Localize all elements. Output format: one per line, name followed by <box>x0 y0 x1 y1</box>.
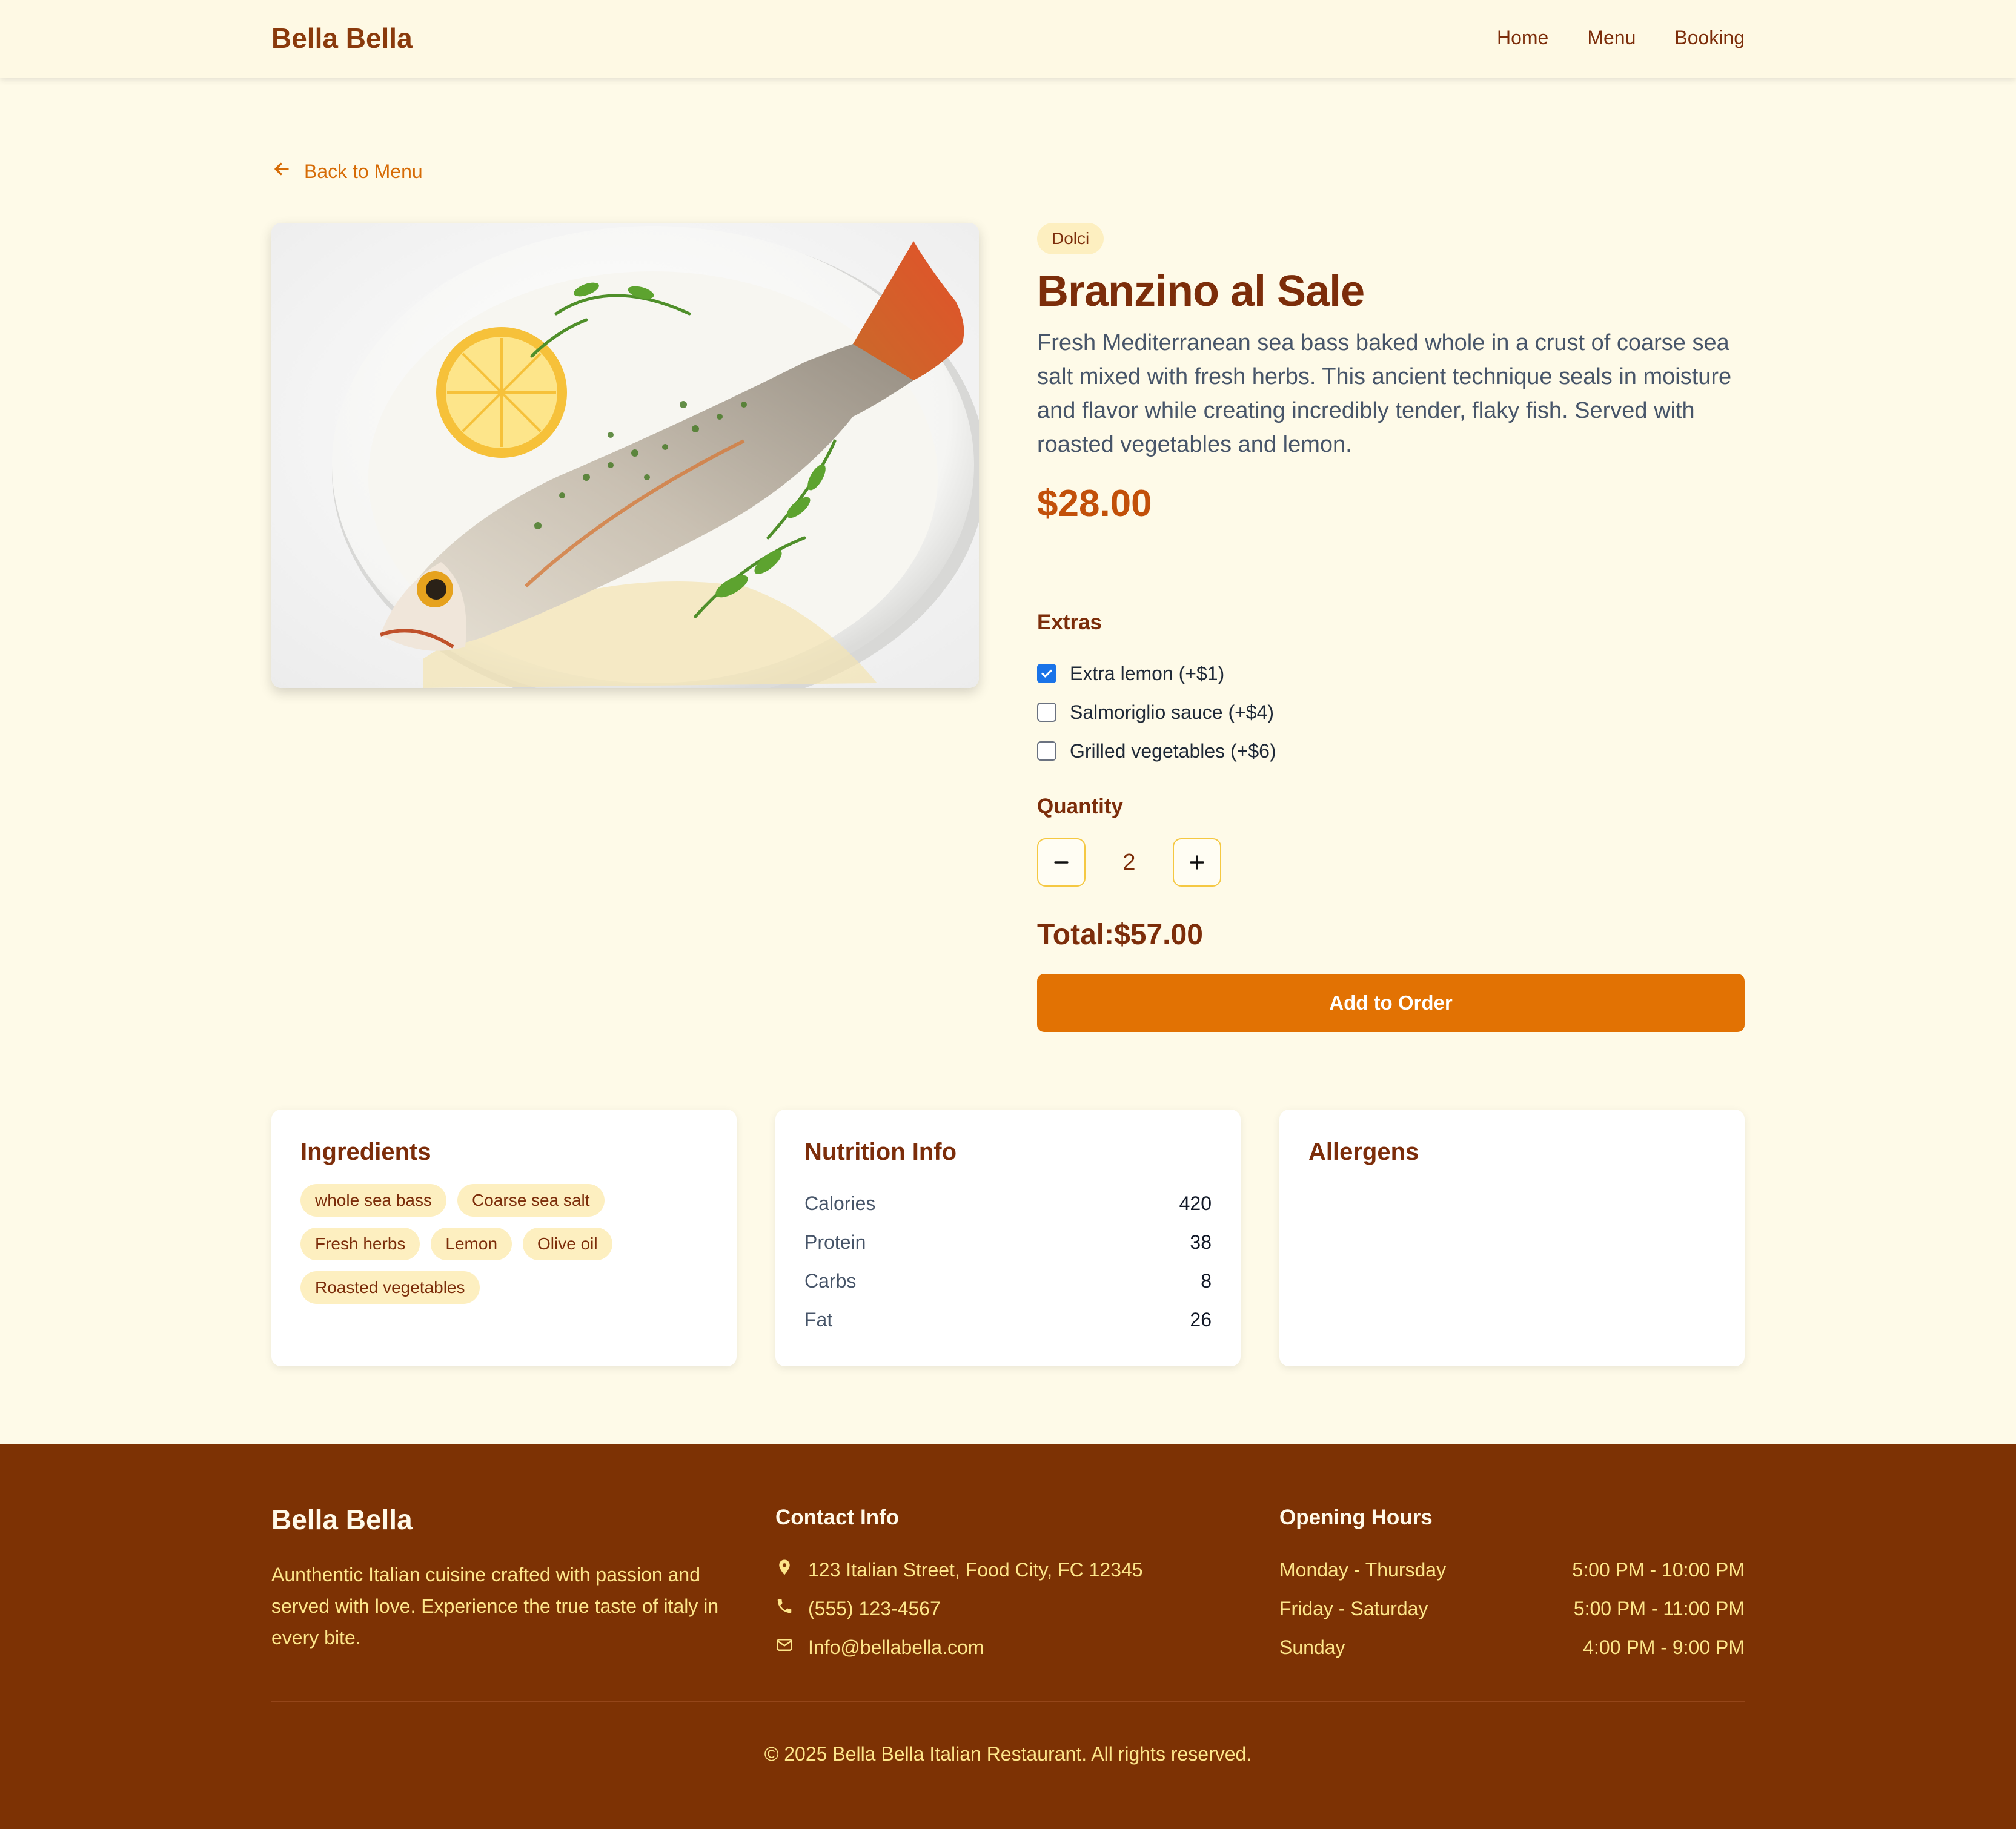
dish-title: Branzino al Sale <box>1037 267 1365 316</box>
back-link-label: Back to Menu <box>304 160 423 182</box>
quantity-stepper: 2 <box>1037 838 1221 887</box>
hours-row: Friday - Saturday 5:00 PM - 11:00 PM <box>1279 1589 1745 1628</box>
nutrition-name: Fat <box>804 1308 833 1331</box>
hours-day: Monday - Thursday <box>1279 1558 1447 1581</box>
footer-divider <box>271 1701 1745 1702</box>
nutrition-value: 26 <box>1190 1308 1212 1331</box>
brand-logo[interactable]: Bella Bella <box>271 22 413 55</box>
contact-list: 123 Italian Street, Food City, FC 12345 … <box>775 1550 1143 1667</box>
increase-quantity-button[interactable] <box>1173 838 1221 887</box>
decrease-quantity-button[interactable] <box>1037 838 1086 887</box>
nutrition-name: Calories <box>804 1192 876 1214</box>
hours-time: 5:00 PM - 10:00 PM <box>1572 1558 1745 1581</box>
nutrition-row: Fat 26 <box>804 1300 1212 1339</box>
checkbox-icon[interactable] <box>1037 703 1056 722</box>
nutrition-row: Calories 420 <box>804 1184 1212 1223</box>
quantity-value: 2 <box>1122 849 1136 875</box>
arrow-left-icon <box>271 159 292 184</box>
page: Bella Bella Home Menu Booking Back to Me… <box>0 0 2016 1829</box>
quantity-label: Quantity <box>1037 795 1123 818</box>
hours-row: Sunday 4:00 PM - 9:00 PM <box>1279 1628 1745 1667</box>
hours-day: Sunday <box>1279 1636 1345 1658</box>
ingredient-tag: Roasted vegetables <box>300 1271 480 1304</box>
map-pin-icon <box>775 1558 794 1581</box>
ingredient-tag: Lemon <box>431 1228 512 1260</box>
nutrition-name: Carbs <box>804 1269 857 1292</box>
extras-list: Extra lemon (+$1) Salmoriglio sauce (+$4… <box>1037 654 1276 770</box>
mail-icon <box>775 1636 794 1659</box>
site-header: Bella Bella Home Menu Booking <box>0 0 2016 78</box>
footer-brand: Bella Bella <box>271 1504 413 1535</box>
contact-email[interactable]: Info@bellabella.com <box>775 1628 1143 1667</box>
checkbox-icon[interactable] <box>1037 741 1056 761</box>
nutrition-row: Carbs 8 <box>804 1262 1212 1300</box>
contact-title: Contact Info <box>775 1506 900 1529</box>
nutrition-title: Nutrition Info <box>804 1139 957 1165</box>
contact-text: Info@bellabella.com <box>808 1636 984 1658</box>
extra-option-label: Extra lemon (+$1) <box>1070 662 1225 684</box>
contact-phone[interactable]: (555) 123-4567 <box>775 1589 1143 1628</box>
dish-image <box>271 223 979 688</box>
category-badge: Dolci <box>1037 223 1104 254</box>
allergens-card: Allergens <box>1279 1110 1745 1366</box>
nav-booking-link[interactable]: Booking <box>1674 27 1745 49</box>
dish-detail: Dolci Branzino al Sale Fresh Mediterrane… <box>1037 223 1745 1032</box>
nav-menu-link[interactable]: Menu <box>1587 27 1636 49</box>
main-nav: Home Menu Booking <box>1497 27 1745 49</box>
extra-option-grilled-vegetables[interactable]: Grilled vegetables (+$6) <box>1037 732 1276 770</box>
order-total: Total:$57.00 <box>1037 919 1203 951</box>
hours-row: Monday - Thursday 5:00 PM - 10:00 PM <box>1279 1550 1745 1589</box>
extra-option-salmoriglio[interactable]: Salmoriglio sauce (+$4) <box>1037 693 1276 732</box>
extra-option-lemon[interactable]: Extra lemon (+$1) <box>1037 654 1276 693</box>
extra-option-label: Salmoriglio sauce (+$4) <box>1070 701 1275 723</box>
add-to-order-button[interactable]: Add to Order <box>1037 974 1745 1032</box>
contact-text: (555) 123-4567 <box>808 1597 941 1619</box>
nav-home-link[interactable]: Home <box>1497 27 1548 49</box>
nutrition-value: 8 <box>1201 1269 1212 1292</box>
contact-address: 123 Italian Street, Food City, FC 12345 <box>775 1550 1143 1589</box>
footer-copyright: © 2025 Bella Bella Italian Restaurant. A… <box>764 1743 1252 1765</box>
contact-text: 123 Italian Street, Food City, FC 12345 <box>808 1558 1143 1581</box>
extra-option-label: Grilled vegetables (+$6) <box>1070 739 1276 762</box>
nutrition-value: 38 <box>1190 1231 1212 1253</box>
hours-time: 4:00 PM - 9:00 PM <box>1583 1636 1745 1658</box>
ingredients-card: Ingredients whole sea bass Coarse sea sa… <box>271 1110 737 1366</box>
dish-price: $28.00 <box>1037 483 1152 524</box>
plus-icon <box>1190 855 1204 870</box>
phone-icon <box>775 1597 794 1620</box>
ingredient-tag: Fresh herbs <box>300 1228 420 1260</box>
hours-day: Friday - Saturday <box>1279 1597 1428 1619</box>
hours-list: Monday - Thursday 5:00 PM - 10:00 PM Fri… <box>1279 1550 1745 1667</box>
site-footer: Bella Bella Aunthentic Italian cuisine c… <box>0 1444 2016 1829</box>
back-to-menu-link[interactable]: Back to Menu <box>271 159 423 184</box>
nutrition-card: Nutrition Info Calories 420 Protein 38 C… <box>775 1110 1241 1366</box>
nutrition-row: Protein 38 <box>804 1223 1212 1262</box>
ingredient-tag: whole sea bass <box>300 1184 447 1217</box>
footer-about: Aunthentic Italian cuisine crafted with … <box>271 1564 719 1649</box>
ingredients-tags: whole sea bass Coarse sea salt Fresh her… <box>300 1184 640 1304</box>
dish-description: Fresh Mediterranean sea bass baked whole… <box>1037 330 1732 457</box>
nutrition-name: Protein <box>804 1231 866 1253</box>
hours-time: 5:00 PM - 11:00 PM <box>1573 1597 1745 1619</box>
minus-icon <box>1054 861 1069 864</box>
allergens-title: Allergens <box>1308 1139 1419 1165</box>
ingredient-tag: Coarse sea salt <box>457 1184 605 1217</box>
nutrition-value: 420 <box>1179 1192 1212 1214</box>
checkbox-checked-icon[interactable] <box>1037 664 1056 683</box>
ingredients-title: Ingredients <box>300 1139 431 1165</box>
ingredient-tag: Olive oil <box>523 1228 612 1260</box>
hours-title: Opening Hours <box>1279 1506 1433 1529</box>
extras-label: Extras <box>1037 610 1102 634</box>
